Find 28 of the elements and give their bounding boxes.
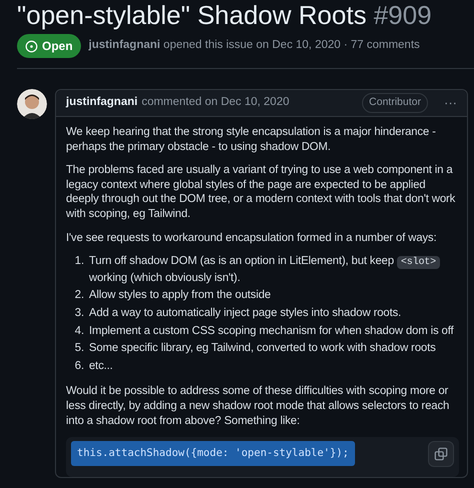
- comment-date: commented on Dec 10, 2020: [142, 95, 290, 110]
- comment-paragraph: The problems faced are usually a variant of trying to use a web component in a legacy context where global styles of the page are expected to be applied deeply through out the DOM tree, or a modern context with tools that don't work with scoping, eg Tailwind.: [66, 163, 456, 222]
- comment-author[interactable]: justinfagnani: [66, 94, 138, 112]
- role-label: Contributor: [362, 93, 428, 113]
- comment-paragraph: We keep hearing that the strong style encapsulation is a major hinderance - perhaps the primary obstacle - to using shadow DOM.: [66, 125, 437, 154]
- issue-meta: justinfagnani opened this issue on Dec 10, 2020 · 77 comments: [88, 38, 420, 54]
- list-number: 3.: [74, 306, 84, 321]
- avatar[interactable]: [17, 89, 47, 119]
- comment-paragraph: I've see requests to workaround encapsulation formed in a number of ways:: [66, 230, 438, 246]
- more-options-button[interactable]: ···: [444, 93, 457, 113]
- copy-icon: [434, 447, 448, 462]
- list-item: Add a way to automatically inject page styles into shadow roots.: [89, 306, 402, 321]
- list-number: 2.: [74, 288, 84, 303]
- copy-button[interactable]: [428, 441, 454, 468]
- list-number: 4.: [74, 324, 84, 338]
- comment-paragraph: Would it be possible to address some of these difficulties with scoping more or less directly, by adding a new shadow root mode that allows selectors to reach into a shadow root from above? Something like:: [66, 384, 450, 428]
- list-item: etc...: [89, 358, 113, 374]
- status-badge: Open: [17, 34, 81, 58]
- list-item: Some specific library, eg Tailwind, converted to work with shadow roots: [89, 341, 436, 356]
- list-item: Allow styles to apply from the outside: [89, 288, 271, 303]
- open-issue-icon: [25, 40, 38, 52]
- list-number: 5.: [74, 341, 84, 356]
- list-item: Implement a custom CSS scoping mechanism for when shadow dom is off: [89, 324, 454, 338]
- issue-number: #909: [374, 0, 432, 30]
- list-number: 1.: [74, 254, 84, 270]
- list-item: Turn off shadow DOM (as is an option in LitElement), but keep <slot> working (which obviously isn't).: [89, 254, 459, 286]
- issue-title: "open-stylable" Shadow Roots: [17, 0, 366, 30]
- list-number: 6.: [74, 358, 84, 374]
